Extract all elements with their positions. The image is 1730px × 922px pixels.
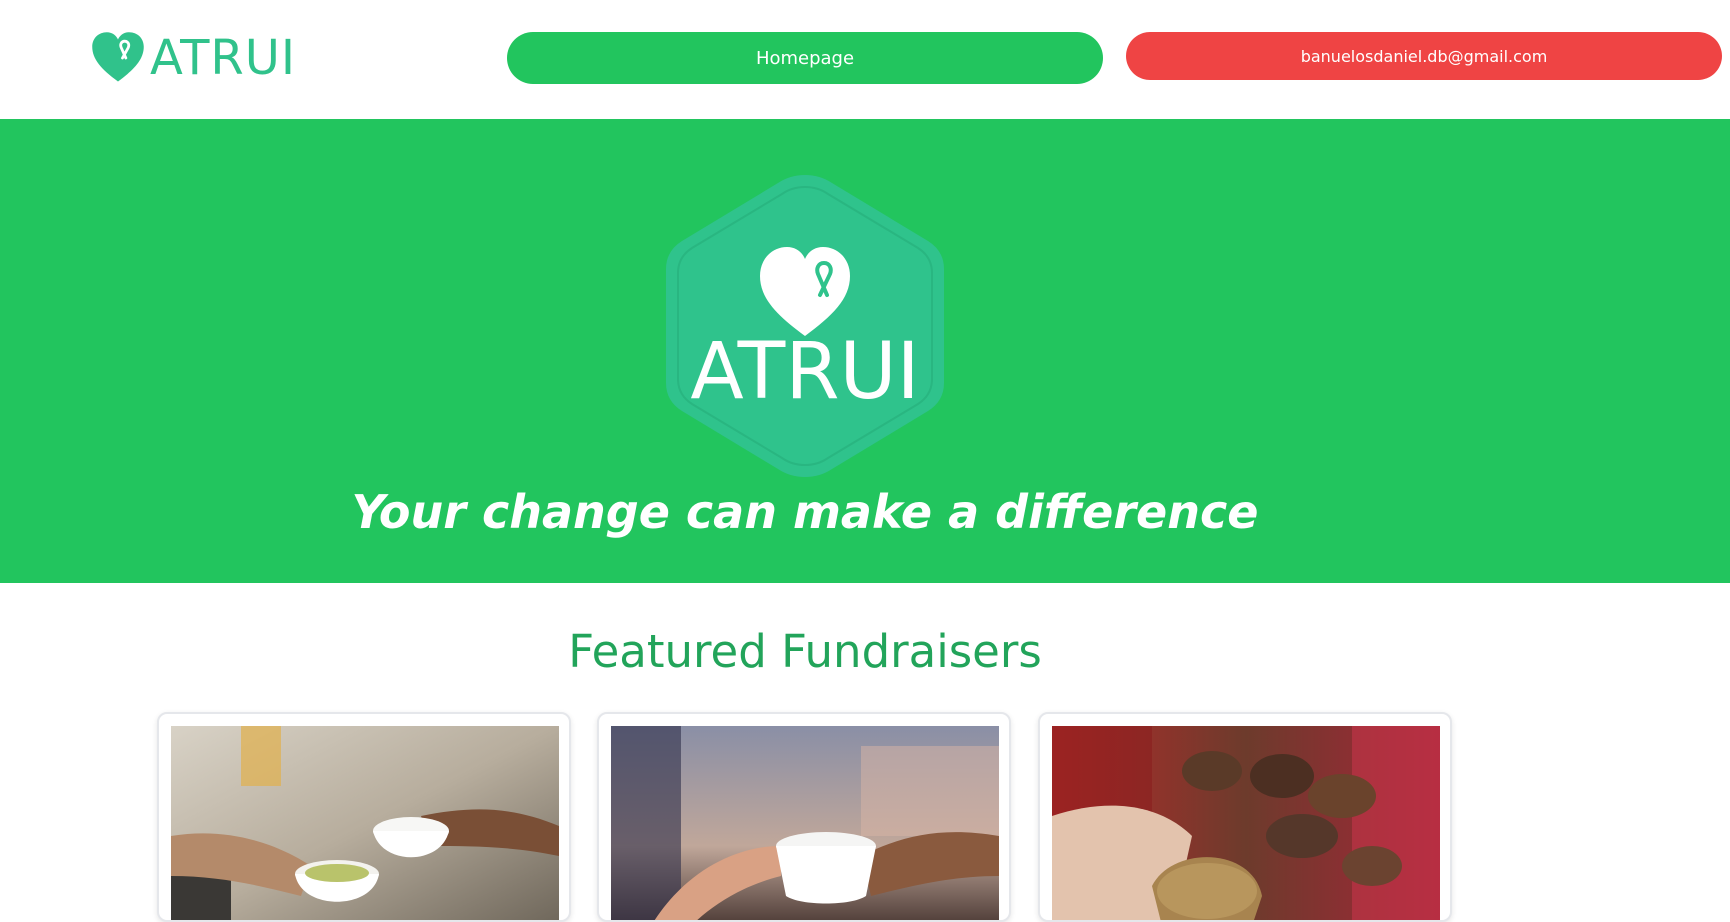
- featured-fundraisers-heading: Featured Fundraisers: [568, 625, 1042, 678]
- hero-tagline: Your change can make a difference: [351, 485, 1259, 539]
- brand-logo[interactable]: ATRUI: [90, 28, 296, 88]
- user-account-button[interactable]: banuelosdaniel.db@gmail.com: [1126, 32, 1722, 80]
- site-header: ATRUI Homepage banuelosdaniel.db@gmail.c…: [0, 0, 1730, 119]
- hero-banner: ATRUI Your change can make a difference: [0, 119, 1730, 583]
- fundraiser-card[interactable]: [1038, 712, 1452, 922]
- fundraiser-card[interactable]: [157, 712, 571, 922]
- fundraiser-card[interactable]: [597, 712, 1011, 922]
- hands-grain-photo: [1052, 726, 1440, 920]
- hero-emblem-text: ATRUI: [690, 327, 920, 417]
- food-bowl-handoff-photo: [171, 726, 559, 920]
- brand-name: ATRUI: [150, 30, 297, 86]
- homepage-button[interactable]: Homepage: [507, 32, 1103, 84]
- heart-ribbon-icon: [92, 32, 144, 82]
- hero-emblem: [666, 175, 944, 477]
- cup-handoff-photo: [611, 726, 999, 920]
